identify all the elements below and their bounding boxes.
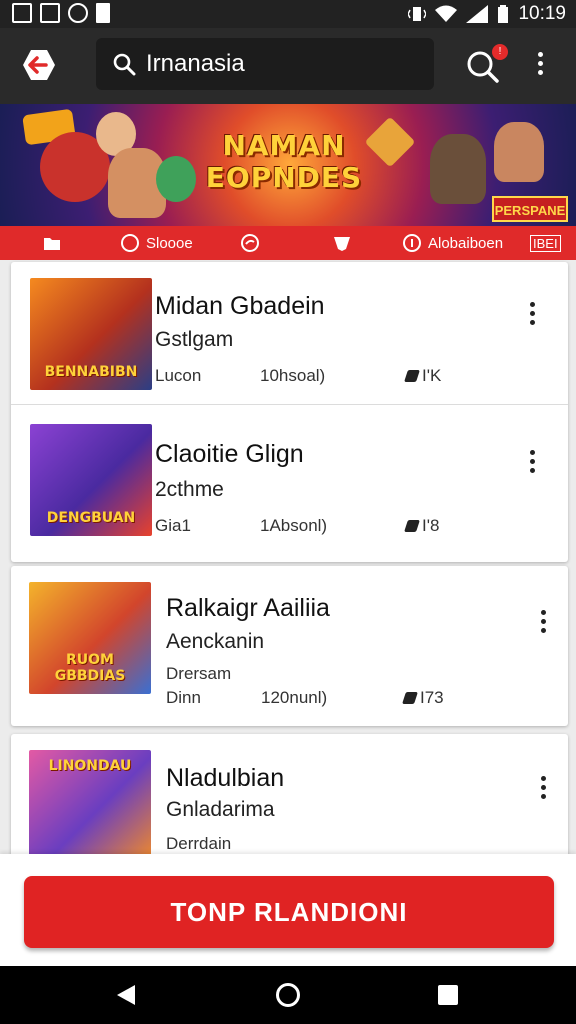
back-button[interactable] bbox=[22, 48, 56, 82]
tag-icon bbox=[404, 370, 420, 382]
category-item-3[interactable] bbox=[240, 226, 260, 260]
game-title: Ralkaigr Aailiia bbox=[166, 594, 330, 622]
notification-badge: ! bbox=[492, 44, 508, 60]
banner-character-4 bbox=[156, 156, 196, 202]
app-bar: Irnanasia ! bbox=[0, 28, 576, 104]
banner-character-6 bbox=[494, 122, 544, 182]
search-bar[interactable]: Irnanasia bbox=[96, 38, 434, 90]
game-meta: Drersam bbox=[166, 664, 232, 683]
category-item-2[interactable]: Sloooe bbox=[120, 226, 193, 260]
game-date: 120nunl) bbox=[261, 688, 328, 707]
wifi-icon bbox=[435, 5, 458, 22]
system-nav-bar bbox=[0, 966, 576, 1024]
nav-recents-icon[interactable] bbox=[438, 985, 458, 1005]
category-strip: Sloooe Alobaiboen IBEI bbox=[0, 226, 576, 260]
banner-gem-icon bbox=[364, 116, 416, 168]
item-more-button[interactable] bbox=[527, 450, 537, 476]
bottom-action-area: TONP RLANDIONI bbox=[0, 854, 576, 966]
category-item-6[interactable]: IBEI bbox=[530, 226, 561, 260]
status-bar: 10:19 bbox=[0, 0, 576, 28]
promo-banner[interactable]: NAMAN EOPNDES PERSPANE bbox=[0, 104, 576, 226]
game-subtitle: Gstlgam bbox=[155, 328, 234, 351]
game-meta: Lucon bbox=[155, 366, 202, 385]
game-title: Nladulbian bbox=[166, 764, 285, 792]
category-item-1[interactable] bbox=[42, 226, 62, 260]
item-more-button[interactable] bbox=[538, 610, 548, 636]
game-thumbnail: RUOM GBBDIAS bbox=[29, 582, 151, 694]
game-title: Claoitie Glign bbox=[155, 440, 304, 468]
game-size: I73 bbox=[402, 688, 444, 708]
game-date: 10hsoal) bbox=[260, 366, 326, 385]
game-subtitle: Aenckanin bbox=[166, 630, 265, 653]
nav-back-icon[interactable] bbox=[116, 984, 136, 1006]
tag-icon bbox=[402, 692, 418, 704]
game-thumbnail: LINONDAU bbox=[29, 750, 151, 862]
game-size: I'K bbox=[404, 366, 441, 386]
game-subtitle: Gnladarima bbox=[166, 798, 275, 821]
item-more-button[interactable] bbox=[538, 776, 548, 802]
list-divider bbox=[11, 404, 568, 405]
game-meta-2: Dinn bbox=[166, 688, 201, 707]
banner-title: NAMAN EOPNDES bbox=[205, 129, 363, 194]
image-notification-icon bbox=[40, 3, 60, 23]
game-meta: Gia1 bbox=[155, 516, 191, 535]
primary-action-button[interactable]: TONP RLANDIONI bbox=[24, 876, 554, 948]
nav-home-icon[interactable] bbox=[276, 983, 300, 1007]
game-date: 1Absonl) bbox=[260, 516, 328, 535]
document-notification-icon bbox=[96, 3, 110, 23]
vibrate-icon bbox=[408, 7, 427, 21]
item-more-button[interactable] bbox=[527, 302, 537, 328]
tag-icon bbox=[404, 520, 420, 532]
back-arrow-icon bbox=[23, 50, 55, 80]
category-item-5[interactable]: Alobaiboen bbox=[402, 226, 503, 260]
status-time: 10:19 bbox=[518, 3, 566, 24]
chat-icon bbox=[241, 234, 259, 252]
battery-icon bbox=[498, 5, 509, 23]
game-title: Midan Gbadein bbox=[155, 292, 325, 320]
category-item-4[interactable] bbox=[332, 226, 352, 260]
gallery-notification-icon bbox=[12, 3, 32, 23]
game-meta: Derrdain bbox=[166, 834, 232, 853]
shield-icon bbox=[334, 237, 350, 251]
folder-icon bbox=[44, 238, 60, 250]
search-input[interactable]: Irnanasia bbox=[146, 50, 245, 78]
game-card[interactable]: RUOM GBBDIAS Ralkaigr Aailiia Aenckanin … bbox=[11, 566, 568, 726]
game-thumbnail: BENNABIBN bbox=[30, 278, 152, 390]
search-icon bbox=[113, 53, 136, 76]
info-icon bbox=[403, 234, 421, 252]
circle-notification-icon bbox=[68, 3, 88, 23]
game-thumbnail: DENGBUAN bbox=[30, 424, 152, 536]
game-size: I'8 bbox=[404, 516, 439, 536]
game-subtitle: 2cthme bbox=[155, 478, 224, 501]
overflow-menu-button[interactable] bbox=[530, 52, 550, 82]
banner-corner-tag: PERSPANE bbox=[492, 196, 568, 222]
signal-icon bbox=[466, 5, 489, 23]
face-icon bbox=[121, 234, 139, 252]
banner-character-5 bbox=[430, 134, 486, 204]
